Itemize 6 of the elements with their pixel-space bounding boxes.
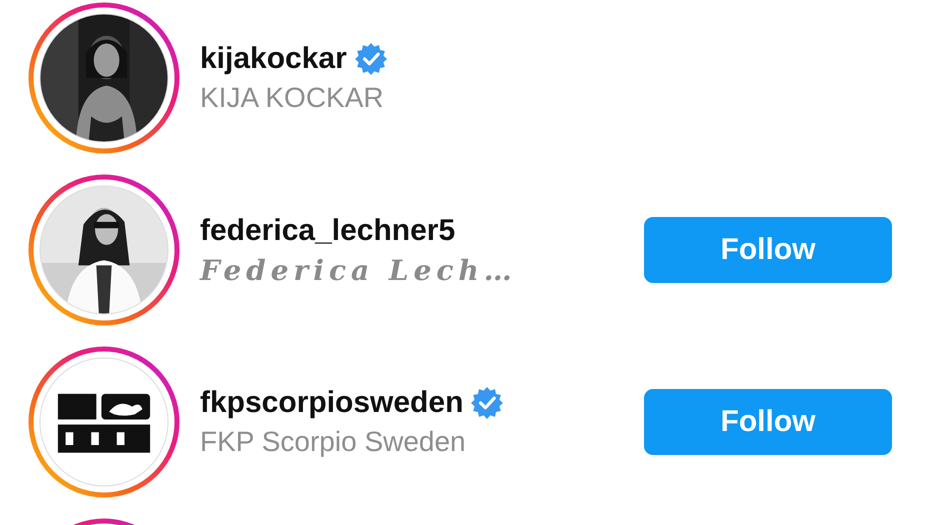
username[interactable]: federica_lechner5 xyxy=(200,214,456,248)
display-name: KIJA KOCKAR xyxy=(200,82,385,114)
username[interactable]: fkpscorpiosweden xyxy=(200,386,464,420)
display-name: FKP Scorpio Sweden xyxy=(200,426,467,458)
username[interactable]: kijakockar xyxy=(200,42,347,76)
display-name: Federica Lech… xyxy=(200,254,518,286)
